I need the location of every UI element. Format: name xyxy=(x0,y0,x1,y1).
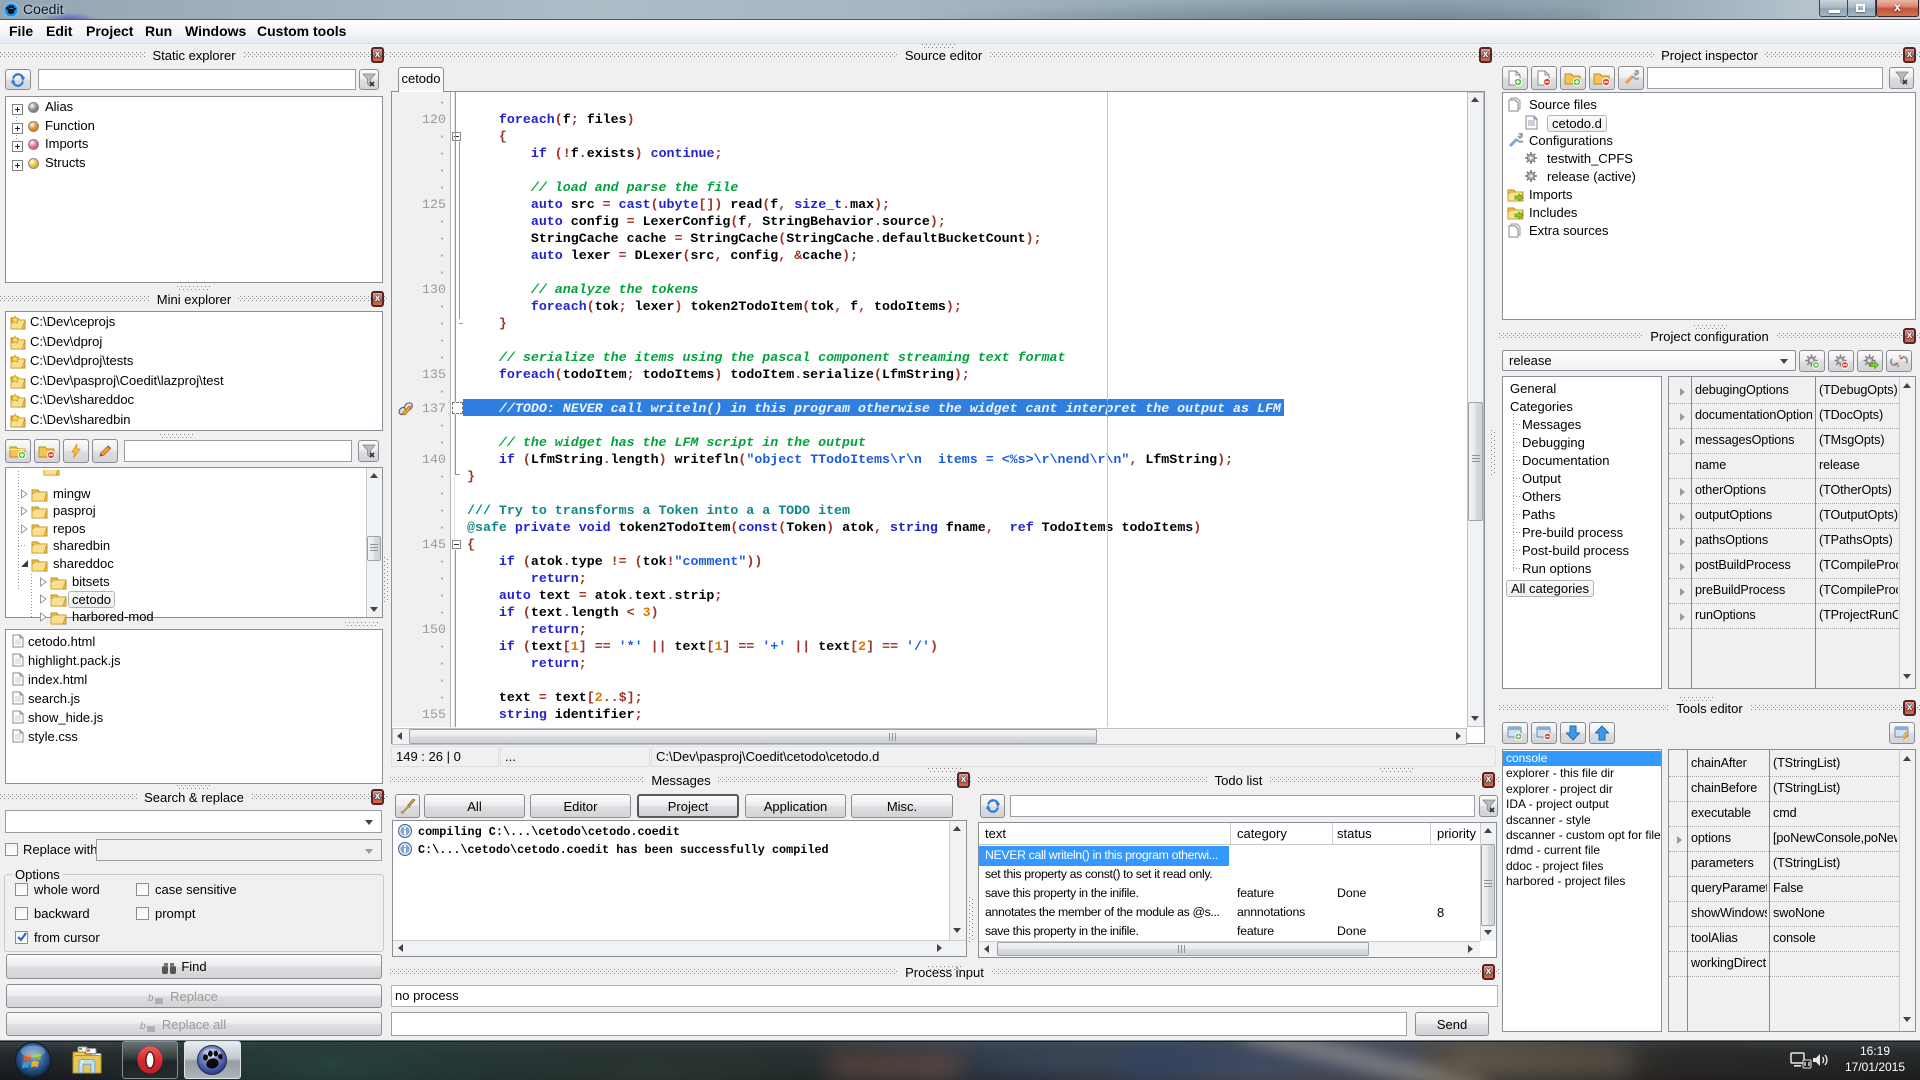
svg-text:b: b xyxy=(140,1021,146,1032)
svg-text:b: b xyxy=(148,993,154,1004)
